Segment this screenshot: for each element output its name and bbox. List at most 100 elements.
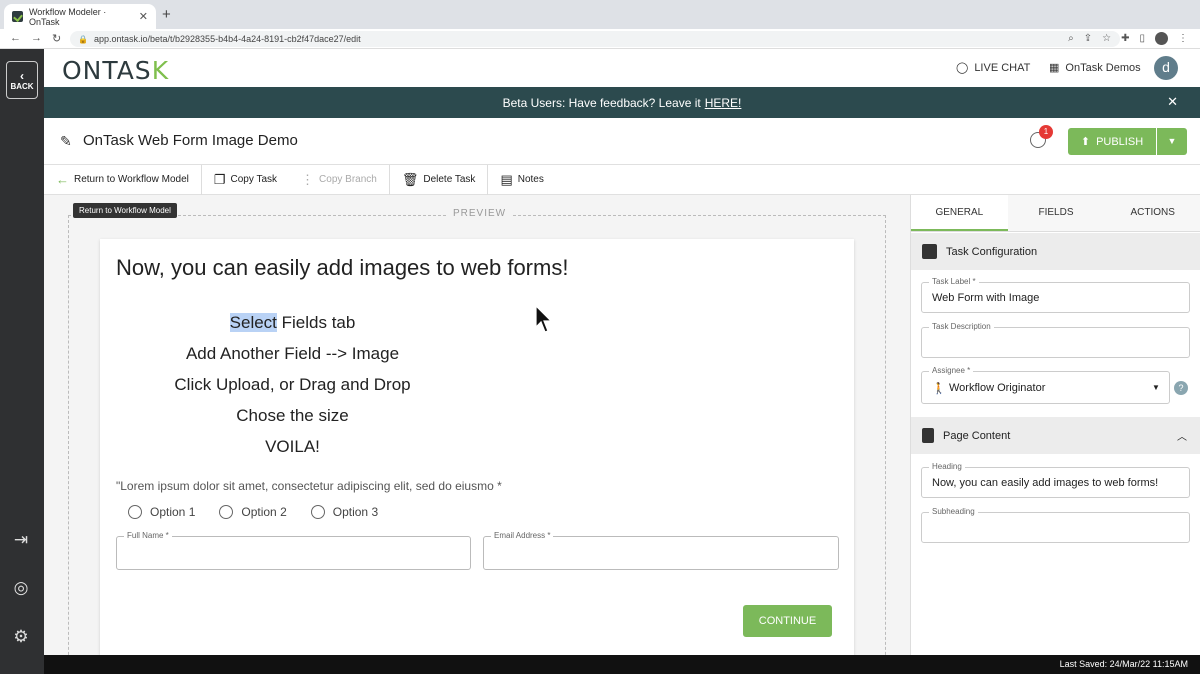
zoom-icon[interactable]: ⌕ <box>1068 33 1074 44</box>
notes-icon: ▤ <box>500 171 513 187</box>
chevron-left-icon: ‹ <box>20 68 24 83</box>
forward-arrow-icon[interactable]: → <box>31 32 42 45</box>
preview-label: PREVIEW <box>448 208 512 219</box>
delete-task-label: Delete Task <box>423 174 476 185</box>
full-name-field[interactable]: Full Name * <box>116 531 471 570</box>
building-icon: ▦ <box>1049 62 1060 74</box>
email-field[interactable]: Email Address * <box>483 531 839 570</box>
tab-fields[interactable]: FIELDS <box>1008 195 1105 231</box>
task-description-field[interactable]: Task Description <box>921 322 1190 358</box>
copy-task-button[interactable]: ❐ Copy Task <box>202 165 289 195</box>
subheading-field[interactable]: Subheading <box>921 507 1190 543</box>
chat-bubble-icon: ◯ <box>956 62 969 74</box>
new-tab-icon[interactable]: + <box>162 6 171 23</box>
back-arrow-icon[interactable]: ← <box>10 32 21 45</box>
lock-icon: 🔒 <box>78 34 88 44</box>
radio-option-label: Option 1 <box>150 505 196 519</box>
copy-branch-label: Copy Branch <box>319 174 377 185</box>
close-icon[interactable]: ✕ <box>139 10 148 23</box>
tab-general[interactable]: GENERAL <box>911 195 1008 231</box>
notification-badge: 1 <box>1039 125 1053 139</box>
logout-icon[interactable]: ⇥ <box>11 530 31 550</box>
extensions-icon[interactable]: ✚ <box>1121 33 1129 44</box>
preview-area: PREVIEW Return to Workflow Model Now, yo… <box>44 195 910 674</box>
return-label: Return to Workflow Model <box>74 174 189 185</box>
logo-k: K <box>151 56 170 85</box>
task-configuration-section[interactable]: Task Configuration <box>911 233 1200 270</box>
task-description-label: Task Description <box>929 322 994 331</box>
tab-actions[interactable]: ACTIONS <box>1104 195 1200 231</box>
reload-icon[interactable]: ↻ <box>52 32 61 45</box>
banner-feedback-link[interactable]: HERE! <box>705 96 742 110</box>
back-button[interactable]: ‹ BACK <box>6 61 38 99</box>
browser-profile-icon[interactable] <box>1155 32 1168 45</box>
copy-task-label: Copy Task <box>230 174 278 185</box>
publish-button[interactable]: ⬆ PUBLISH <box>1068 128 1156 155</box>
radio-question-label: "Lorem ipsum dolor sit amet, consectetur… <box>116 479 502 493</box>
continue-button[interactable]: CONTINUE <box>743 605 832 637</box>
live-chat-link[interactable]: ◯ LIVE CHAT <box>956 61 1031 75</box>
subheading-line-5: VOILA! <box>265 437 320 456</box>
subheading-line-3: Click Upload, or Drag and Drop <box>174 375 411 394</box>
assignee-select[interactable]: Assignee * 🚶 Workflow Originator ▼ <box>921 366 1170 404</box>
live-chat-label: LIVE CHAT <box>974 61 1031 74</box>
subheading-line-1: Select Fields tab <box>130 307 455 338</box>
banner-text: Beta Users: Have feedback? Leave it <box>502 95 701 110</box>
assignee-label: Assignee * <box>929 366 974 375</box>
ontask-favicon-icon <box>12 11 23 22</box>
avatar[interactable]: d <box>1154 56 1178 80</box>
assignee-value: Workflow Originator <box>949 382 1046 394</box>
mouse-cursor-icon <box>535 305 553 333</box>
page-icon <box>922 428 934 443</box>
branch-icon: ⋮ <box>301 171 315 187</box>
bookmark-star-icon[interactable]: ☆ <box>1102 33 1111 44</box>
share-icon[interactable]: ⇪ <box>1084 33 1092 44</box>
chevron-up-icon[interactable]: ︿ <box>1177 428 1187 443</box>
heading-value: Now, you can easily add images to web fo… <box>932 477 1159 489</box>
back-button-label: BACK <box>10 81 34 91</box>
properties-panel: GENERAL FIELDS ACTIONS Task Configuratio… <box>910 195 1200 655</box>
heading-field[interactable]: Heading Now, you can easily add images t… <box>921 462 1190 498</box>
upload-icon: ⬆ <box>1080 136 1091 148</box>
radio-option-2[interactable]: Option 2 <box>219 505 287 519</box>
radio-circle-icon <box>128 505 142 519</box>
notes-label: Notes <box>517 174 544 185</box>
task-title-row: ✎ OnTask Web Form Image Demo 1 ⬆ PUBLISH… <box>44 118 1200 165</box>
copy-icon: ❐ <box>213 171 226 187</box>
org-name: OnTask Demos <box>1065 61 1141 74</box>
section-title: Page Content <box>943 429 1011 442</box>
help-icon[interactable]: ? <box>1174 381 1188 395</box>
logo-text: ONTAS <box>62 56 152 85</box>
form-subheading: Select Fields tab Add Another Field --> … <box>130 307 455 462</box>
tooltip: Return to Workflow Model <box>73 203 177 218</box>
radio-option-3[interactable]: Option 3 <box>310 505 378 519</box>
close-icon[interactable]: ✕ <box>1167 94 1178 110</box>
radio-option-1[interactable]: Option 1 <box>128 505 195 519</box>
delete-task-button[interactable]: 🗑 Delete Task <box>390 164 489 195</box>
notes-button[interactable]: ▤ Notes <box>488 165 555 195</box>
return-to-workflow-button[interactable]: ← Return to Workflow Model <box>44 164 202 195</box>
heading-label: Heading <box>929 462 965 471</box>
publish-dropdown-button[interactable]: ▼ <box>1157 128 1187 155</box>
task-label-field[interactable]: Task Label * Web Form with Image <box>921 277 1190 313</box>
copy-branch-button[interactable]: ⋮ Copy Branch <box>289 164 390 195</box>
caret-down-icon: ▼ <box>1167 136 1177 146</box>
help-lifebuoy-icon[interactable]: ◎ <box>11 578 31 598</box>
browser-tab[interactable]: Workflow Modeler · OnTask ✕ <box>4 4 156 29</box>
ontask-logo[interactable]: ONTASK <box>62 56 169 85</box>
app-header: ONTASK ◯ LIVE CHAT ▦ OnTask Demos d <box>44 49 1200 87</box>
menu-dots-icon[interactable]: ⋮ <box>1178 33 1188 44</box>
org-switcher[interactable]: ▦ OnTask Demos <box>1049 61 1141 75</box>
task-label-label: Task Label * <box>929 277 979 286</box>
url-field[interactable]: 🔒 app.ontask.io/beta/t/b2928355-b4b4-4a2… <box>70 31 1120 47</box>
sidebar-icon[interactable]: ▯ <box>1139 33 1145 44</box>
settings-gear-icon[interactable]: ⚙ <box>11 627 31 647</box>
task-label-value: Web Form with Image <box>932 292 1040 304</box>
page-title[interactable]: OnTask Web Form Image Demo <box>83 132 298 149</box>
page-content-section[interactable]: Page Content ︿ <box>911 417 1200 454</box>
pencil-icon[interactable]: ✎ <box>60 133 72 150</box>
last-saved-text: Last Saved: 24/Mar/22 11:15AM <box>1059 659 1188 669</box>
radio-circle-icon <box>310 505 325 519</box>
caret-down-icon: ▼ <box>1152 383 1160 392</box>
radio-group: Option 1 Option 2 Option 3 <box>128 505 378 519</box>
